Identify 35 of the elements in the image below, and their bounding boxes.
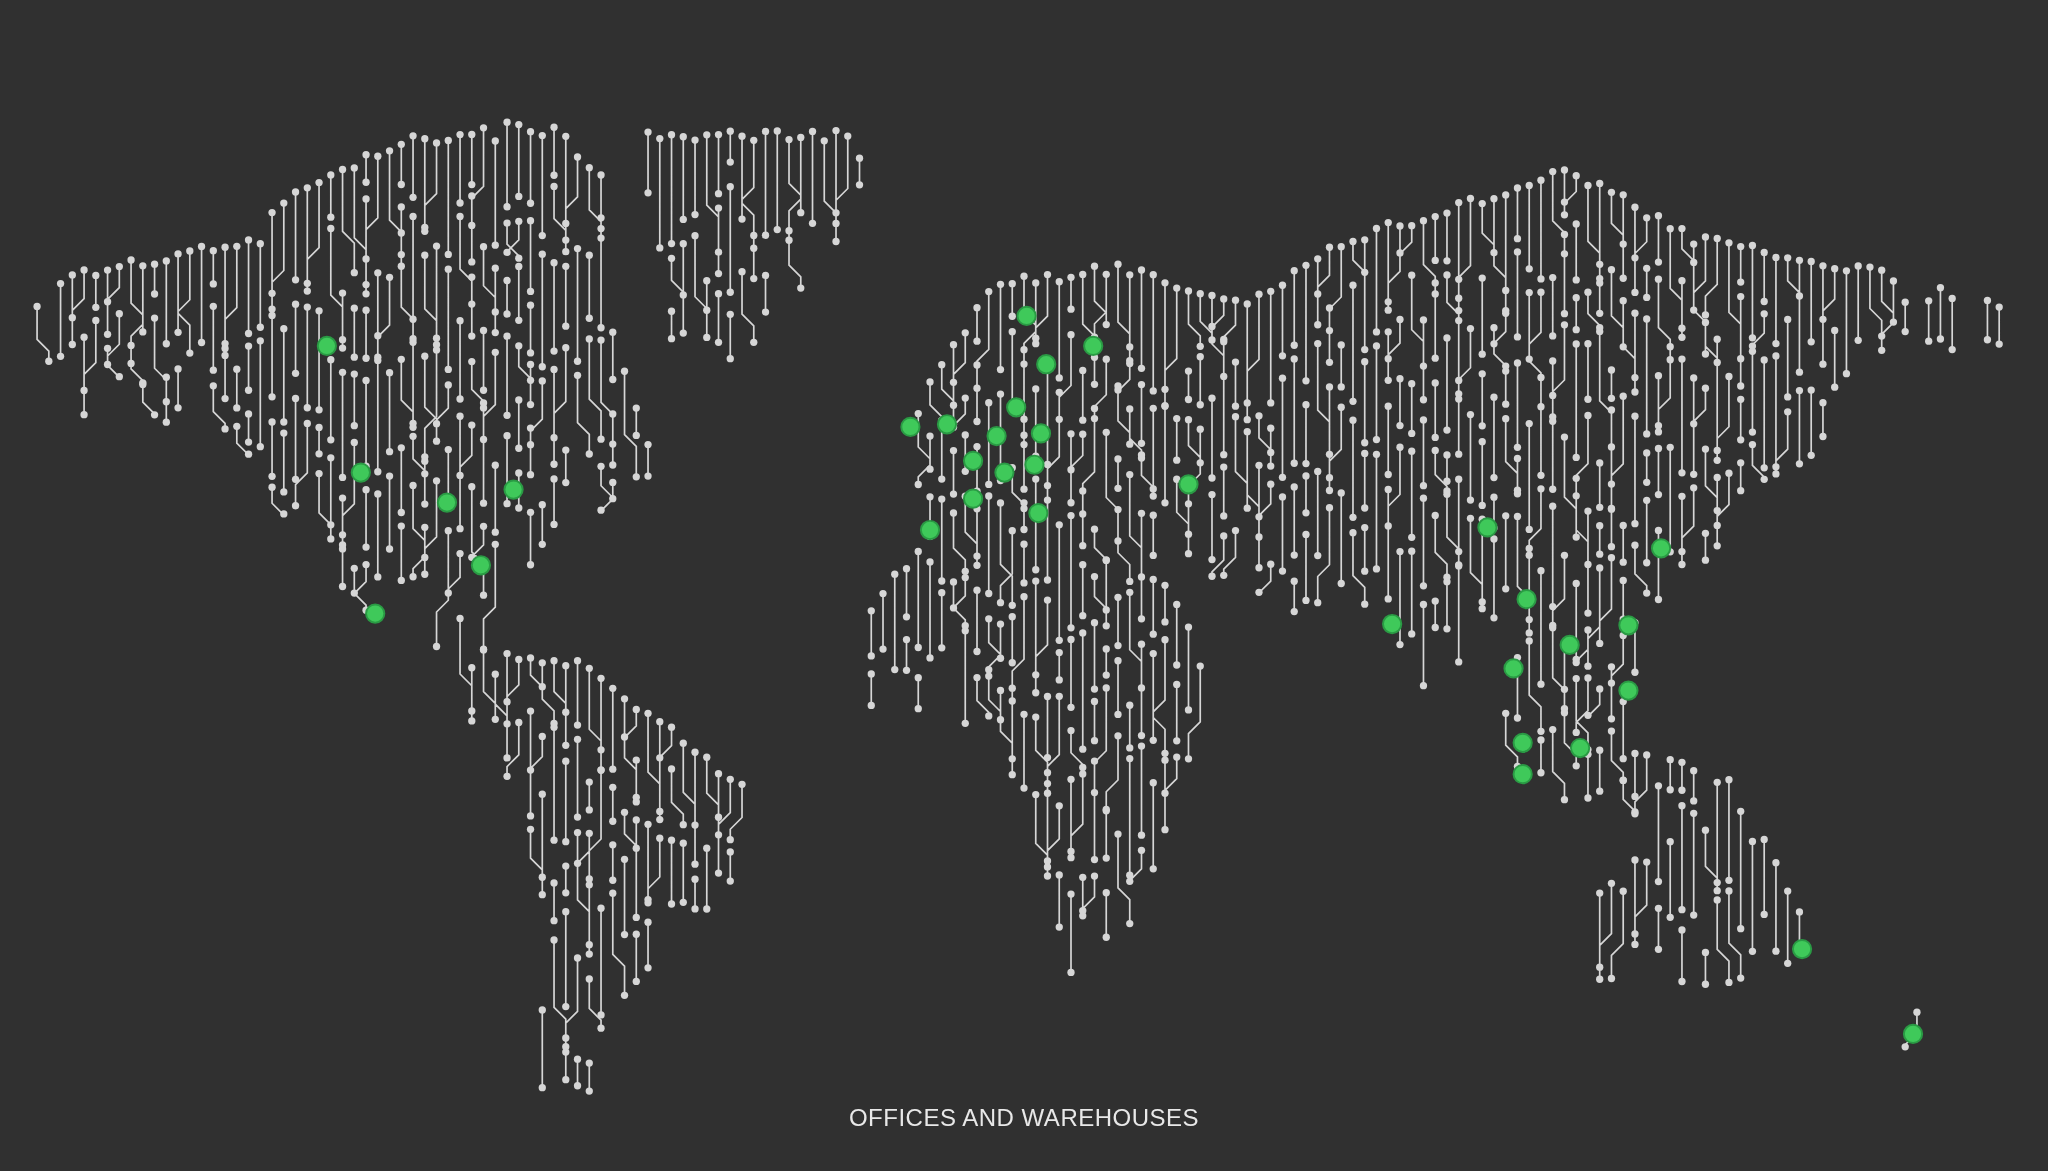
location-pin — [1791, 938, 1813, 960]
location-pin — [1036, 354, 1057, 375]
location-pin — [962, 488, 984, 509]
location-pin — [1559, 634, 1580, 655]
location-pin — [1006, 397, 1027, 418]
location-pin — [316, 335, 337, 357]
location-pin — [365, 603, 386, 624]
location-pin — [962, 450, 984, 471]
map-caption: OFFICES AND WAREHOUSES — [847, 1104, 1201, 1132]
location-pin — [350, 462, 371, 483]
location-pin — [436, 492, 458, 513]
location-pin — [1016, 305, 1037, 327]
location-pin — [1570, 737, 1591, 759]
location-pin — [936, 414, 958, 435]
location-pin — [1650, 538, 1672, 559]
location-pin — [1028, 502, 1049, 524]
location-pin — [919, 519, 941, 541]
location-pin — [1902, 1023, 1924, 1045]
location-pin — [1512, 764, 1533, 785]
location-pin — [1382, 613, 1403, 635]
location-pin — [1516, 589, 1537, 610]
location-pin — [1503, 658, 1524, 679]
location-pin — [1083, 335, 1104, 357]
location-pin — [1512, 732, 1533, 753]
location-pin — [1178, 474, 1199, 495]
location-pin — [994, 462, 1015, 483]
location-pin — [1618, 615, 1639, 636]
location-pin — [986, 425, 1007, 447]
location-pin — [1618, 680, 1639, 701]
location-pin — [1030, 423, 1052, 444]
location-pin — [470, 555, 492, 576]
location-pin — [1477, 517, 1498, 538]
location-pin — [900, 416, 921, 437]
location-pin — [503, 479, 524, 500]
location-pin — [1024, 454, 1045, 475]
